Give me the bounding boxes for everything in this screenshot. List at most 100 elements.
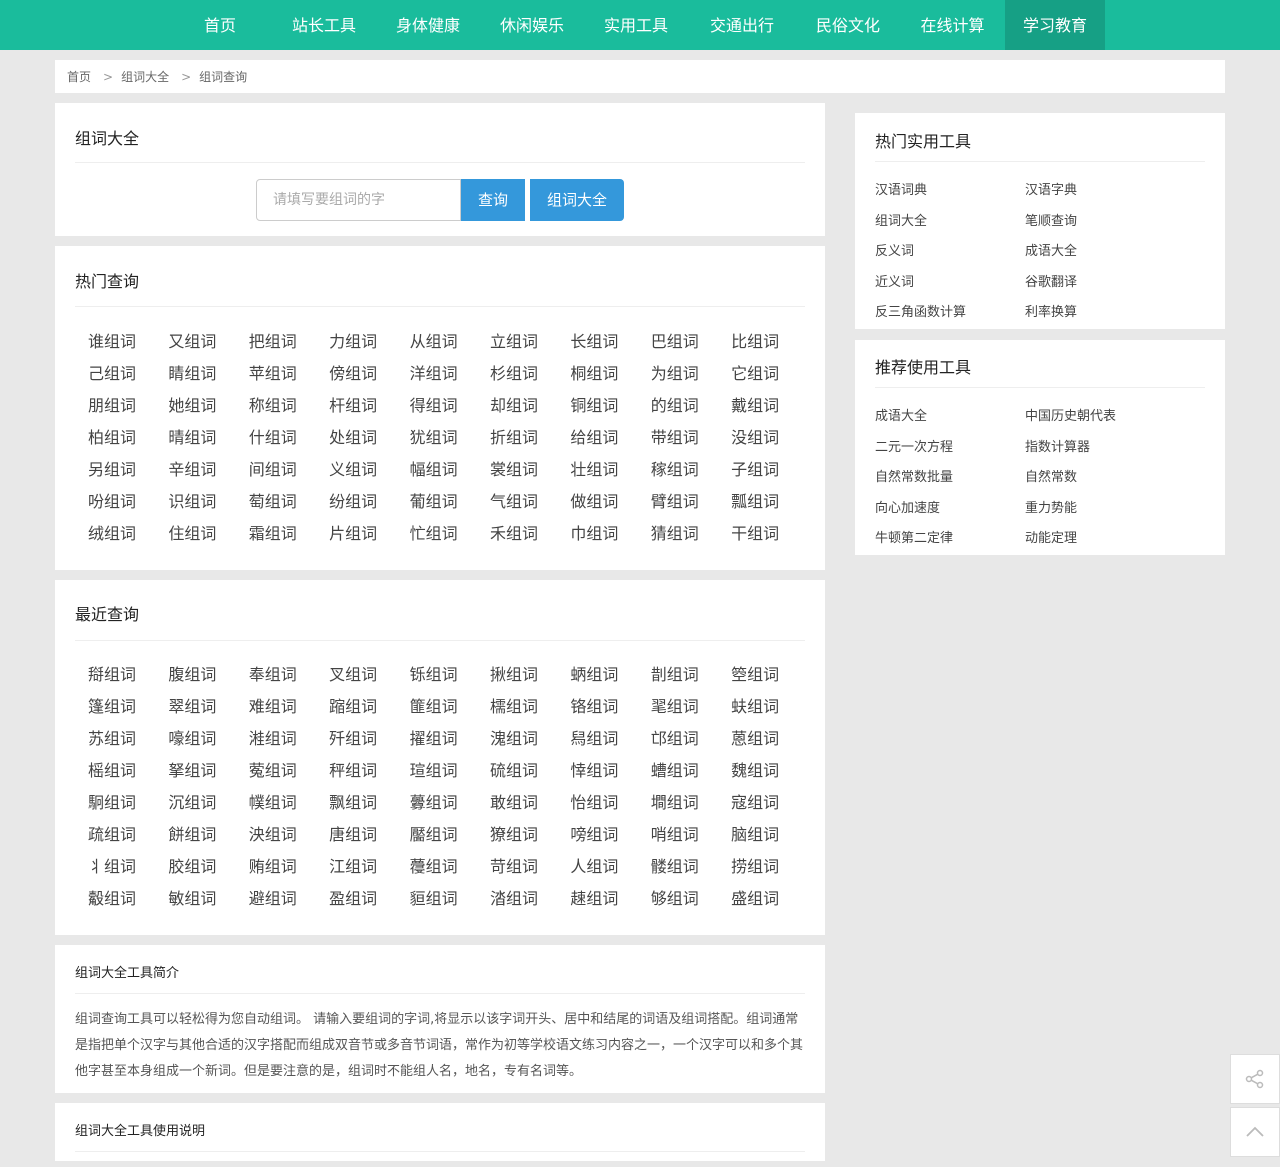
hot-query-link[interactable]: 洋组词 [394,360,474,384]
recent-query-link[interactable]: 盛组词 [715,885,795,909]
recent-query-link[interactable]: 拏组词 [152,757,232,781]
recent-query-link[interactable]: 虋组词 [394,789,474,813]
hot-query-link[interactable]: 称组词 [233,392,313,416]
recent-query-link[interactable]: 敏组词 [152,885,232,909]
tool-link[interactable]: 汉语词典 [875,179,927,198]
hot-query-link[interactable]: 萄组词 [233,488,313,512]
tool-link[interactable]: 谷歌翻译 [1025,271,1077,290]
tool-link[interactable]: 利率换算 [1025,301,1077,320]
recent-query-link[interactable]: 泱组词 [233,821,313,845]
recent-query-link[interactable]: 獠组词 [474,821,554,845]
hot-query-link[interactable]: 稼组词 [635,456,715,480]
recent-query-link[interactable]: 苛组词 [474,853,554,877]
hot-query-link[interactable]: 给组词 [554,424,634,448]
recent-query-link[interactable]: 捞组词 [715,853,795,877]
breadcrumb-home[interactable]: 首页 [67,70,91,84]
hot-query-link[interactable]: 吩组词 [72,488,152,512]
hot-query-link[interactable]: 杉组词 [474,360,554,384]
hot-query-link[interactable]: 立组词 [474,328,554,352]
nav-item-folk-culture[interactable]: 民俗文化 [796,0,900,50]
hot-query-link[interactable]: 睛组词 [152,360,232,384]
recent-query-link[interactable]: 翠组词 [152,693,232,717]
nav-item-leisure[interactable]: 休闲娱乐 [480,0,584,50]
recent-query-link[interactable]: 毣组词 [635,693,715,717]
hot-query-link[interactable]: 的组词 [635,392,715,416]
recent-query-link[interactable]: 剒组词 [635,661,715,685]
recent-query-link[interactable]: 蒽组词 [715,725,795,749]
hot-query-link[interactable]: 霜组词 [233,520,313,544]
recent-query-link[interactable]: 硫组词 [474,757,554,781]
hot-query-link[interactable]: 做组词 [554,488,634,512]
hot-query-link[interactable]: 比组词 [715,328,795,352]
recent-query-link[interactable]: 舄组词 [554,725,634,749]
hot-query-link[interactable]: 又组词 [152,328,232,352]
recent-query-link[interactable]: 幞组词 [233,789,313,813]
hot-query-link[interactable]: 没组词 [715,424,795,448]
nav-item-webmaster-tools[interactable]: 站长工具 [272,0,376,50]
recent-query-link[interactable]: 涾组词 [474,885,554,909]
recent-query-link[interactable]: 胶组词 [152,853,232,877]
hot-query-link[interactable]: 朋组词 [72,392,152,416]
hot-query-link[interactable]: 它组词 [715,360,795,384]
hot-query-link[interactable]: 干组词 [715,520,795,544]
hot-query-link[interactable]: 另组词 [72,456,152,480]
recent-query-link[interactable]: 怡组词 [554,789,634,813]
hot-query-link[interactable]: 义组词 [313,456,393,480]
hot-query-link[interactable]: 己组词 [72,360,152,384]
hot-query-link[interactable]: 辛组词 [152,456,232,480]
recent-query-link[interactable]: 铄组词 [394,661,474,685]
recent-query-link[interactable]: 溾组词 [474,725,554,749]
share-button[interactable] [1230,1054,1280,1104]
hot-query-link[interactable]: 苹组词 [233,360,313,384]
recent-query-link[interactable]: 篷组词 [72,693,152,717]
recent-query-link[interactable]: 瑄组词 [394,757,474,781]
hot-query-link[interactable]: 犹组词 [394,424,474,448]
recent-query-link[interactable]: 避组词 [233,885,313,909]
recent-query-link[interactable]: 江组词 [313,853,393,877]
hot-query-link[interactable]: 力组词 [313,328,393,352]
tool-link[interactable]: 成语大全 [875,405,927,424]
tool-link[interactable]: 中国历史朝代表 [1025,405,1116,424]
tool-link[interactable]: 自然常数批量 [875,466,953,485]
tool-link[interactable]: 近义词 [875,271,914,290]
tool-link[interactable]: 牛顿第二定律 [875,527,953,546]
recent-query-link[interactable]: 搿组词 [72,661,152,685]
recent-query-link[interactable]: 蘉组词 [394,853,474,877]
recent-query-link[interactable]: 觳组词 [72,885,152,909]
hot-query-link[interactable]: 气组词 [474,488,554,512]
recent-query-link[interactable]: 叉组词 [313,661,393,685]
hot-query-link[interactable]: 柏组词 [72,424,152,448]
nav-item-online-calc[interactable]: 在线计算 [900,0,1005,50]
recent-query-link[interactable]: 悻组词 [554,757,634,781]
hot-query-link[interactable]: 谁组词 [72,328,152,352]
search-input[interactable]: 请填写要组词的字 [256,179,461,221]
recent-query-link[interactable]: 貆组词 [394,885,474,909]
recent-query-link[interactable]: 餅组词 [152,821,232,845]
hot-query-link[interactable]: 壮组词 [554,456,634,480]
tool-link[interactable]: 成语大全 [1025,240,1077,259]
tool-link[interactable]: 笔顺查询 [1025,210,1077,229]
recent-query-link[interactable]: 嗙组词 [554,821,634,845]
all-words-button[interactable]: 组词大全 [530,179,624,221]
recent-query-link[interactable]: 够组词 [635,885,715,909]
recent-query-link[interactable]: 螬组词 [635,757,715,781]
hot-query-link[interactable]: 带组词 [635,424,715,448]
hot-query-link[interactable]: 瓢组词 [715,488,795,512]
hot-query-link[interactable]: 禾组词 [474,520,554,544]
hot-query-link[interactable]: 猜组词 [635,520,715,544]
recent-query-link[interactable]: 奉组词 [233,661,313,685]
hot-query-link[interactable]: 戴组词 [715,392,795,416]
tool-link[interactable]: 指数计算器 [1025,436,1090,455]
hot-query-link[interactable]: 绒组词 [72,520,152,544]
tool-link[interactable]: 二元一次方程 [875,436,953,455]
nav-item-home[interactable]: 首页 [168,0,272,50]
hot-query-link[interactable]: 她组词 [152,392,232,416]
hot-query-link[interactable]: 把组词 [233,328,313,352]
hot-query-link[interactable]: 傍组词 [313,360,393,384]
nav-item-education[interactable]: 学习教育 [1005,0,1105,50]
hot-query-link[interactable]: 巴组词 [635,328,715,352]
recent-query-link[interactable]: 盈组词 [313,885,393,909]
recent-query-link[interactable]: 蚨组词 [715,693,795,717]
hot-query-link[interactable]: 幅组词 [394,456,474,480]
tool-link[interactable]: 反三角函数计算 [875,301,966,320]
